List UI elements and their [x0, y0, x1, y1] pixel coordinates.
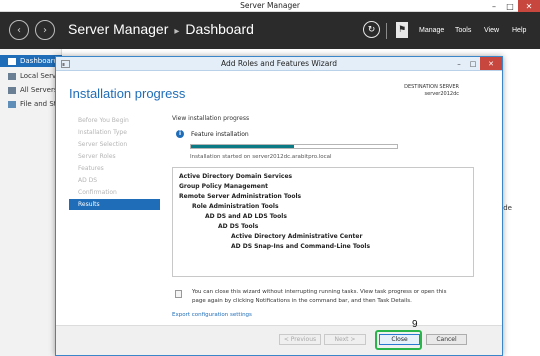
window-minimize-button[interactable]: –	[486, 0, 502, 12]
step-results[interactable]: Results	[69, 199, 160, 210]
wizard-minimize-button[interactable]: –	[452, 57, 466, 70]
sidebar: Dashboard Local Server All Servers File …	[0, 49, 62, 356]
server-manager-header: ‹ › Server Manager ▸ Dashboard ↻ ⚑ Manage …	[0, 12, 540, 49]
server-icon	[8, 72, 16, 80]
menu-manage[interactable]: Manage	[419, 27, 444, 34]
view-progress-label: View installation progress	[172, 115, 250, 122]
close-button-highlight	[375, 330, 422, 350]
info-icon: i	[176, 130, 184, 138]
features-list: Active Directory Domain Services Group P…	[172, 167, 474, 277]
list-item: Remote Server Administration Tools	[179, 193, 302, 200]
header-divider	[386, 23, 387, 39]
step-before-you-begin: Before You Begin	[78, 117, 129, 124]
window-controls: – □ ✕	[486, 0, 540, 12]
window-titlebar: Server Manager – □ ✕	[0, 0, 540, 12]
list-item: Active Directory Administrative Center	[231, 233, 363, 240]
step-installation-type: Installation Type	[78, 129, 127, 136]
breadcrumb-separator-icon: ▸	[174, 26, 180, 37]
wizard-close-button[interactable]: ✕	[480, 57, 502, 70]
cancel-button[interactable]: Cancel	[426, 334, 467, 345]
window-close-button[interactable]: ✕	[518, 0, 540, 12]
notifications-flag-icon[interactable]: ⚑	[396, 22, 408, 38]
step-server-selection: Server Selection	[78, 141, 128, 148]
next-button[interactable]: Next >	[324, 334, 366, 345]
step-number-label: 9	[412, 319, 418, 330]
breadcrumb-root: Server Manager	[68, 21, 169, 37]
step-features: Features	[78, 165, 104, 172]
list-item: AD DS and AD LDS Tools	[205, 213, 287, 220]
feature-installation-label: Feature installation	[191, 131, 249, 138]
forward-button[interactable]: ›	[35, 20, 55, 40]
export-settings-link[interactable]: Export configuration settings	[172, 312, 252, 318]
servers-icon	[8, 86, 16, 94]
step-server-roles: Server Roles	[78, 153, 116, 160]
back-button[interactable]: ‹	[9, 20, 29, 40]
installation-started-text: Installation started on server2012dc.ara…	[190, 154, 332, 160]
installation-progress-bar	[190, 144, 398, 149]
list-item: AD DS Snap-Ins and Command-Line Tools	[231, 243, 371, 250]
sidebar-item-label: All Servers	[20, 86, 58, 94]
refresh-icon[interactable]: ↻	[363, 21, 380, 38]
list-item: Active Directory Domain Services	[179, 173, 293, 180]
page-title: Installation progress	[69, 86, 186, 101]
window-maximize-button[interactable]: □	[502, 0, 518, 12]
sidebar-item-dashboard[interactable]: Dashboard	[0, 55, 62, 67]
sidebar-item-label: Dashboard	[20, 57, 58, 65]
notification-note-icon	[175, 290, 182, 298]
list-item: AD DS Tools	[218, 223, 259, 230]
close-note-line-2: page again by clicking Notifications in …	[192, 298, 412, 304]
step-confirmation: Confirmation	[78, 189, 117, 196]
window-title: Server Manager	[240, 1, 300, 10]
storage-icon	[8, 100, 16, 108]
destination-server-label: DESTINATION SERVER	[404, 84, 459, 90]
dashboard-icon	[8, 57, 16, 65]
destination-server-value: server2012dc	[424, 91, 459, 97]
add-roles-wizard-dialog: Add Roles and Features Wizard – □ ✕ Inst…	[55, 56, 503, 356]
wizard-window-controls: – □ ✕	[452, 57, 502, 70]
wizard-maximize-button[interactable]: □	[466, 57, 480, 70]
sidebar-item-file-storage[interactable]: File and Storage Services	[0, 98, 62, 110]
menu-tools[interactable]: Tools	[455, 27, 471, 34]
progress-fill	[191, 145, 294, 148]
list-item: Role Administration Tools	[192, 203, 279, 210]
menu-view[interactable]: View	[484, 27, 499, 34]
wizard-title: Add Roles and Features Wizard	[220, 59, 338, 68]
breadcrumb-current: Dashboard	[185, 21, 254, 37]
sidebar-item-local-server[interactable]: Local Server	[0, 70, 62, 82]
breadcrumb: Server Manager ▸ Dashboard	[68, 21, 254, 37]
sidebar-item-all-servers[interactable]: All Servers	[0, 84, 62, 96]
wizard-titlebar: Add Roles and Features Wizard – □ ✕	[56, 57, 502, 71]
list-item: Group Policy Management	[179, 183, 269, 190]
previous-button[interactable]: < Previous	[279, 334, 321, 345]
close-note-line-1: You can close this wizard without interr…	[192, 289, 447, 295]
menu-help[interactable]: Help	[512, 27, 526, 34]
step-ad-ds: AD DS	[78, 177, 98, 184]
